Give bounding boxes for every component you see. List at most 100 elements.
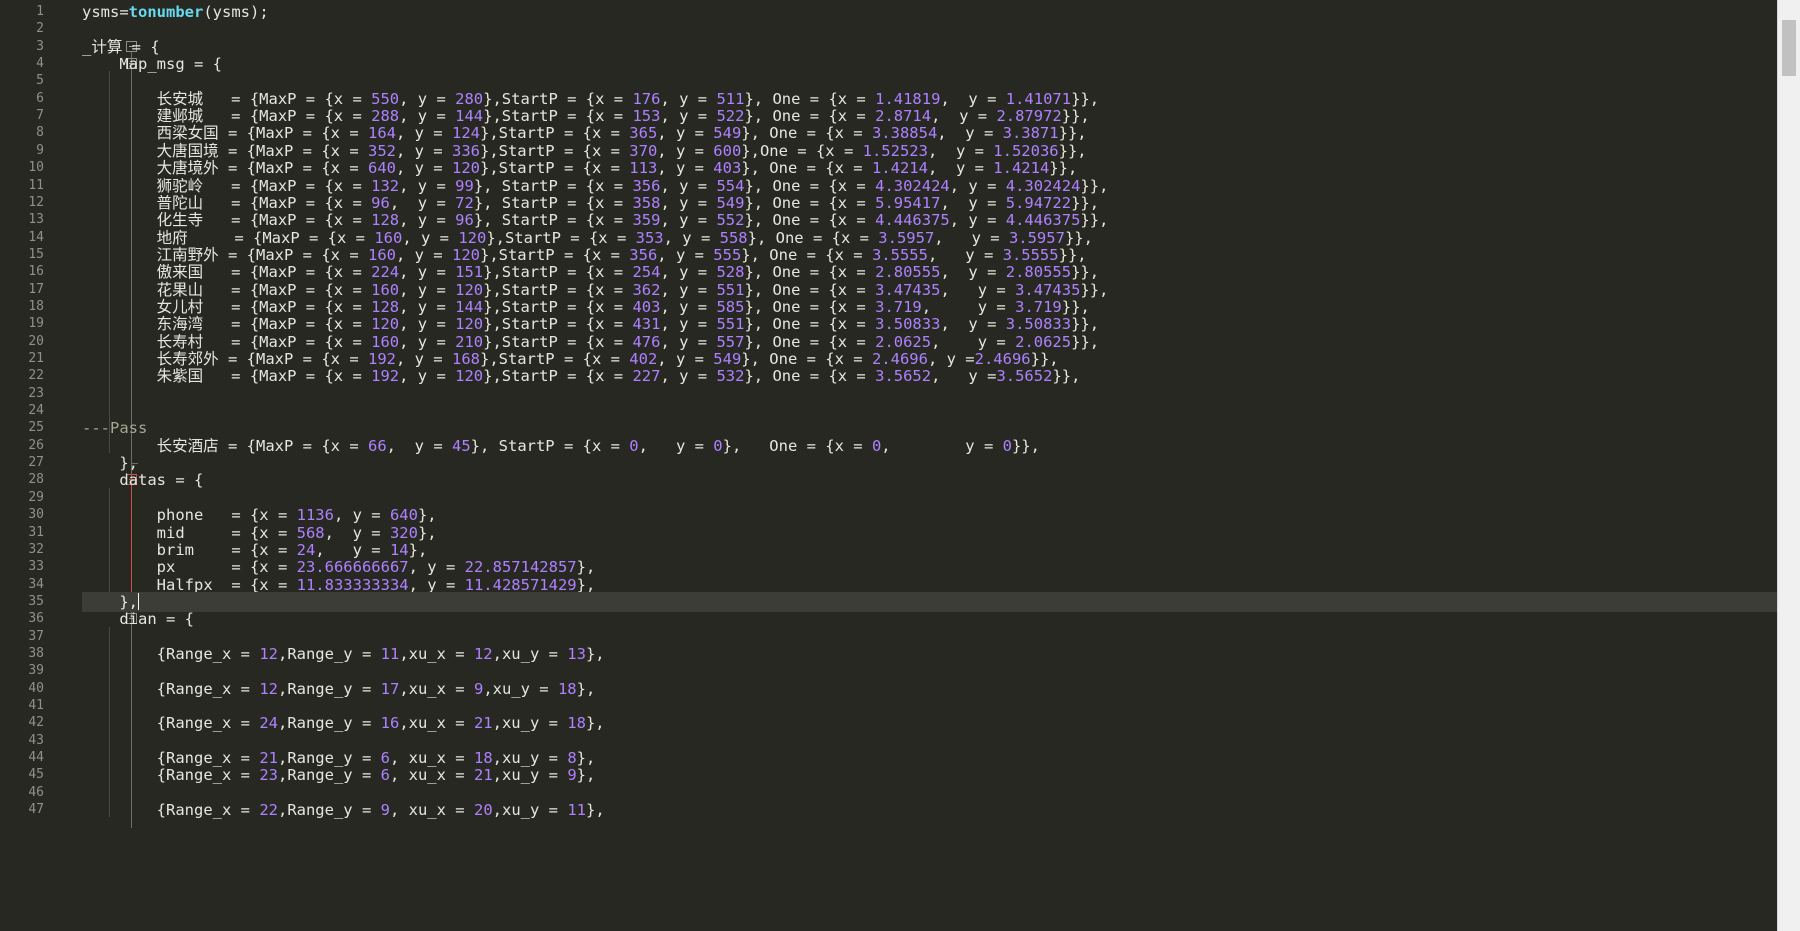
- code-token: 1.4214: [993, 159, 1050, 178]
- code-token: = {x =: [231, 575, 297, 594]
- code-token: 568: [296, 523, 325, 542]
- code-token: ,xu_x =: [399, 679, 474, 698]
- code-token: , y =: [660, 315, 717, 334]
- code-token: 144: [455, 297, 484, 316]
- code-token: , y =: [395, 350, 452, 368]
- code-token: ,Range_y =: [277, 749, 381, 768]
- code-token: 45: [451, 436, 471, 455]
- code-token: 2.0625: [1015, 332, 1072, 351]
- code-token: 0: [713, 436, 723, 455]
- code-token: }},: [1049, 159, 1078, 178]
- code-token: 549: [716, 193, 745, 212]
- code-token: 554: [716, 176, 745, 195]
- code-token: 552: [716, 211, 745, 230]
- code-token: , y =: [657, 124, 714, 143]
- code-token: ,Range_y =: [277, 644, 381, 663]
- code-token: = {MaxP = {x =: [231, 193, 372, 212]
- code-token: 358: [632, 193, 661, 212]
- code-token: 1.52523: [862, 141, 928, 160]
- code-token: 18: [567, 714, 586, 733]
- code-token: },StartP = {x =: [483, 297, 633, 316]
- code-token: },: [585, 644, 605, 663]
- code-token: = {MaxP = {x =: [228, 124, 368, 143]
- code-token: 24: [259, 714, 278, 733]
- code-token: 528: [716, 263, 745, 282]
- code-token: , y =: [399, 297, 456, 316]
- vertical-scrollbar[interactable]: [1777, 0, 1800, 931]
- code-token: },: [576, 575, 596, 594]
- code-token: },: [576, 558, 596, 577]
- code-token: , y =: [934, 228, 1009, 247]
- code-token: 224: [371, 263, 400, 282]
- code-token: , y =: [931, 367, 997, 386]
- code-token: 长寿郊外: [82, 350, 228, 368]
- code-token: 22.857142857: [464, 558, 577, 577]
- code-token: = {MaxP = {x =: [228, 350, 368, 368]
- code-token: ,Range_y =: [277, 714, 381, 733]
- code-token: , y =: [881, 436, 1003, 455]
- code-token: 长安酒店: [82, 436, 228, 455]
- code-token: 558: [719, 228, 748, 247]
- code-token: 12: [473, 644, 493, 663]
- code-token: },: [82, 454, 138, 473]
- code-token: , y =: [660, 176, 717, 195]
- code-token: , y =: [937, 124, 1003, 143]
- code-token: 6: [380, 766, 390, 785]
- code-token: 2.4696: [974, 350, 1031, 368]
- code-token: 9: [380, 801, 390, 820]
- code-token: }, One = {x =: [741, 350, 872, 368]
- code-token: , y =: [931, 332, 1016, 351]
- code-token: = {MaxP = {x =: [231, 332, 372, 351]
- code-token: 11.428571429: [464, 575, 577, 594]
- code-token: , y =: [386, 436, 452, 455]
- code-token: }},: [1058, 245, 1087, 264]
- code-token: 99: [455, 176, 474, 195]
- code-token: },: [585, 801, 605, 820]
- code-token: }, One = {x =: [744, 211, 876, 230]
- code-token: 511: [716, 89, 745, 108]
- code-token: 4.446375: [1005, 211, 1081, 230]
- code-token: _计算: [82, 37, 132, 56]
- code-token: 5.94722: [1005, 193, 1072, 212]
- code-token: }},: [1011, 436, 1040, 455]
- code-token: 地府: [82, 228, 235, 247]
- code-token: }},: [1064, 228, 1093, 247]
- code-editor[interactable]: 1 2 3 4 5 6 7 8 9 10 11 12 13 14 15 16 17 18 19 20 21 22 23 24 2…: [0, 0, 1800, 931]
- code-token: 359: [632, 211, 661, 230]
- code-token: , y =: [395, 159, 452, 178]
- code-area[interactable]: ysms=tonumber(ysms); _计算 = { Map_msg = { …: [82, 0, 1777, 931]
- code-token: 192: [367, 350, 396, 368]
- code-token: = {MaxP = {x =: [231, 176, 372, 195]
- code-token: }},: [1071, 315, 1100, 334]
- code-token: 3.719: [1015, 297, 1062, 316]
- code-token: }},: [1071, 89, 1100, 108]
- code-token: 160: [371, 280, 400, 299]
- code-token: 403: [632, 297, 661, 316]
- code-token: }, One = {x =: [744, 263, 876, 282]
- code-token: }, One = {x =: [744, 89, 876, 108]
- code-token: dian: [82, 610, 166, 629]
- code-token: , y =: [638, 436, 714, 455]
- code-token: 12: [259, 644, 278, 663]
- code-token: 东海湾: [82, 315, 232, 334]
- code-token: 2.80555: [875, 263, 941, 282]
- code-line[interactable]: {Range_x = 22,Range_y = 9, xu_x = 20,xu_…: [82, 800, 1777, 820]
- code-token: 14: [389, 540, 409, 559]
- code-token: , y =: [399, 176, 456, 195]
- code-token: = {x =: [231, 506, 297, 525]
- code-token: , y =: [927, 141, 994, 160]
- code-token: 江南野外: [82, 245, 228, 264]
- code-token: 120: [451, 159, 480, 178]
- scrollbar-thumb[interactable]: [1782, 20, 1796, 76]
- code-token: 大唐国境: [82, 141, 228, 160]
- code-token: }, One = {x =: [744, 367, 876, 386]
- code-token: ,xu_y =: [492, 766, 568, 785]
- code-token: = {MaxP = {x =: [231, 263, 372, 282]
- fold-margin: [60, 0, 138, 931]
- code-token: ,xu_y =: [492, 801, 568, 820]
- code-token: 3.3871: [1002, 124, 1059, 143]
- code-token: 化生寺: [82, 211, 232, 230]
- code-token: 4.302424: [1005, 176, 1081, 195]
- code-token: , y =: [940, 315, 1006, 334]
- code-token: 640: [367, 159, 396, 178]
